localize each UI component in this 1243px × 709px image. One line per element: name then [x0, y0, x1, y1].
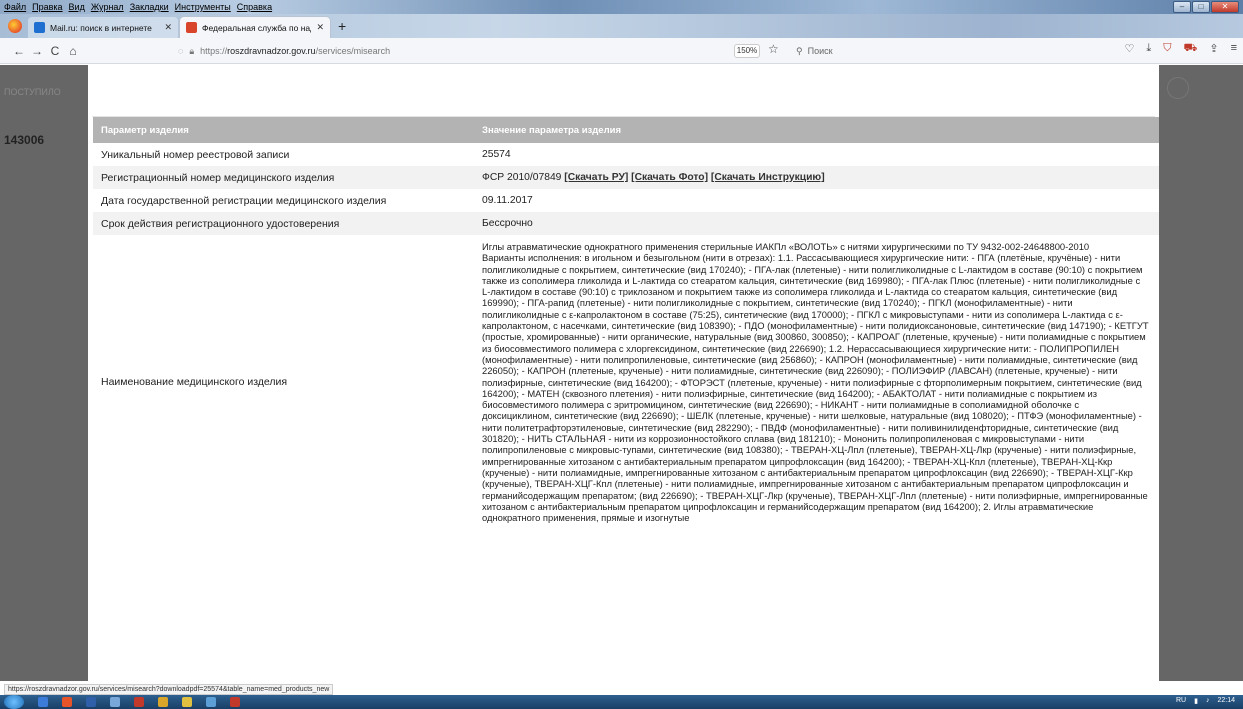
modal-top: [88, 65, 1159, 117]
window-titlebar: Файл Правка Вид Журнал Закладки Инструме…: [0, 0, 1243, 14]
explorer-icon[interactable]: [38, 697, 48, 707]
menu-history[interactable]: Журнал: [91, 2, 124, 12]
extension-icon[interactable]: ⛉: [1163, 42, 1171, 56]
menu-help[interactable]: Справка: [237, 2, 272, 12]
navigation-bar: ← → C ⌂ ◌ 🔒︎ https://roszdravnadzor.gov.…: [0, 38, 1243, 64]
firefox-taskbar-icon[interactable]: [62, 697, 72, 707]
menu-bookmarks[interactable]: Закладки: [130, 2, 169, 12]
param-value-cell: ФСР 2010/07849 [Скачать РУ] [Скачать Фот…: [474, 166, 1159, 189]
reload-button[interactable]: C: [46, 44, 64, 58]
param-value: 09.11.2017: [474, 189, 1159, 212]
close-window-button[interactable]: ✕: [1211, 1, 1239, 13]
zoom-level-button[interactable]: 150%: [734, 44, 760, 58]
menu-edit[interactable]: Правка: [32, 2, 62, 12]
table-row: Регистрационный номер медицинского издел…: [93, 166, 1159, 189]
param-value: 25574: [474, 143, 1159, 166]
param-name: Дата государственной регистрации медицин…: [93, 189, 474, 212]
system-tray: RU ▮ ♪ 22:14: [1176, 697, 1235, 705]
tab-close-icon[interactable]: ✕: [164, 22, 172, 33]
backdrop-circle-icon: [1167, 77, 1189, 99]
download-photo-link[interactable]: [Скачать Фото]: [631, 172, 708, 183]
table-header-row: Параметр изделия Значение параметра изде…: [93, 117, 1159, 143]
chrome-icon[interactable]: [182, 697, 192, 707]
volume-icon[interactable]: ♪: [1206, 697, 1210, 705]
new-tab-button[interactable]: +: [338, 18, 346, 34]
word-icon[interactable]: [86, 697, 96, 707]
url-bar[interactable]: ◌ 🔒︎ https://roszdravnadzor.gov.ru/servi…: [178, 41, 730, 61]
table-row: Уникальный номер реестровой записи 25574: [93, 143, 1159, 166]
menu-view[interactable]: Вид: [69, 2, 85, 12]
modal-backdrop-left: ПОСТУПИЛО 143006: [0, 65, 88, 681]
param-value: Бессрочно: [474, 212, 1159, 235]
tab-title: Mail.ru: поиск в интернете: [50, 22, 152, 33]
menu-hamburger-icon[interactable]: ≡: [1231, 42, 1237, 56]
ie-icon[interactable]: [206, 697, 216, 707]
start-button-icon[interactable]: [4, 695, 24, 709]
table-row: Дата государственной регистрации медицин…: [93, 189, 1159, 212]
tab-title: Федеральная служба по надзо: [202, 22, 311, 33]
lock-icon[interactable]: 🔒︎: [189, 46, 194, 57]
product-details-modal: Параметр изделия Значение параметра изде…: [88, 65, 1159, 681]
app2-icon[interactable]: [230, 697, 240, 707]
cart-icon[interactable]: ⛟: [1184, 42, 1198, 56]
search-field[interactable]: ⚲ Поиск: [790, 41, 1090, 61]
shield-icon[interactable]: ◌: [178, 46, 183, 56]
menu-file[interactable]: Файл: [4, 2, 26, 12]
firefox-menu-icon[interactable]: [8, 19, 22, 33]
status-link-preview: https://roszdravnadzor.gov.ru/services/m…: [4, 684, 334, 695]
param-name: Уникальный номер реестровой записи: [93, 143, 474, 166]
pocket-icon[interactable]: ♡: [1125, 42, 1135, 56]
menu-tools[interactable]: Инструменты: [175, 2, 231, 12]
bookmark-star-icon[interactable]: ☆: [768, 42, 779, 56]
menu-bar: Файл Правка Вид Журнал Закладки Инструме…: [0, 2, 272, 12]
downloads-icon[interactable]: ⤓: [1146, 42, 1151, 56]
tab-close-icon[interactable]: ✕: [316, 22, 324, 33]
clock[interactable]: 22:14: [1217, 697, 1235, 705]
pdf-icon[interactable]: [134, 697, 144, 707]
url-text: https://roszdravnadzor.gov.ru/services/m…: [200, 46, 391, 56]
table-row: Наименование медицинского изделия Иглы а…: [93, 235, 1159, 530]
page-viewport: ПОСТУПИЛО 143006 Параметр изделия Значен…: [0, 65, 1243, 681]
search-placeholder: Поиск: [807, 46, 833, 56]
modal-backdrop-right: [1159, 65, 1243, 681]
parameters-table: Параметр изделия Значение параметра изде…: [93, 117, 1159, 530]
roszdravnadzor-favicon-icon: [186, 22, 197, 33]
home-button[interactable]: ⌂: [64, 44, 82, 58]
maximize-button[interactable]: □: [1192, 1, 1210, 13]
toolbar-icons: ♡ ⤓ ⛉ ⛟ ⇪ ≡: [1125, 42, 1237, 56]
windows-taskbar: RU ▮ ♪ 22:14: [0, 695, 1243, 709]
mailru-favicon-icon: [34, 22, 45, 33]
backdrop-number: 143006: [4, 133, 45, 147]
param-name: Наименование медицинского изделия: [93, 235, 474, 530]
param-name: Срок действия регистрационного удостовер…: [93, 212, 474, 235]
tab-mailru[interactable]: Mail.ru: поиск в интернете ✕: [28, 17, 178, 38]
tab-bar: Mail.ru: поиск в интернете ✕ Федеральная…: [0, 14, 1243, 38]
tab-roszdravnadzor[interactable]: Федеральная служба по надзо ✕: [180, 17, 330, 38]
window-controls: – □ ✕: [1173, 1, 1239, 13]
table-row: Срок действия регистрационного удостовер…: [93, 212, 1159, 235]
download-instruction-link[interactable]: [Скачать Инструкцию]: [711, 172, 825, 183]
app-icon[interactable]: [110, 697, 120, 707]
forward-button[interactable]: →: [28, 44, 46, 58]
param-value-description: Иглы атравматические однократного примен…: [474, 235, 1159, 530]
param-name: Регистрационный номер медицинского издел…: [93, 166, 474, 189]
search-icon: ⚲: [796, 45, 803, 56]
share-icon[interactable]: ⇪: [1209, 42, 1218, 56]
download-ru-link[interactable]: [Скачать РУ]: [564, 172, 628, 183]
taskbar-apps: [38, 697, 240, 707]
registration-number: ФСР 2010/07849: [482, 172, 562, 183]
back-button[interactable]: ←: [10, 44, 28, 58]
network-icon[interactable]: ▮: [1194, 697, 1198, 705]
header-parameter: Параметр изделия: [93, 117, 474, 143]
minimize-button[interactable]: –: [1173, 1, 1191, 13]
backdrop-label: ПОСТУПИЛО: [4, 87, 61, 97]
folder-icon[interactable]: [158, 697, 168, 707]
language-indicator[interactable]: RU: [1176, 697, 1186, 705]
divider: [92, 109, 1155, 117]
header-value: Значение параметра изделия: [474, 117, 1159, 143]
